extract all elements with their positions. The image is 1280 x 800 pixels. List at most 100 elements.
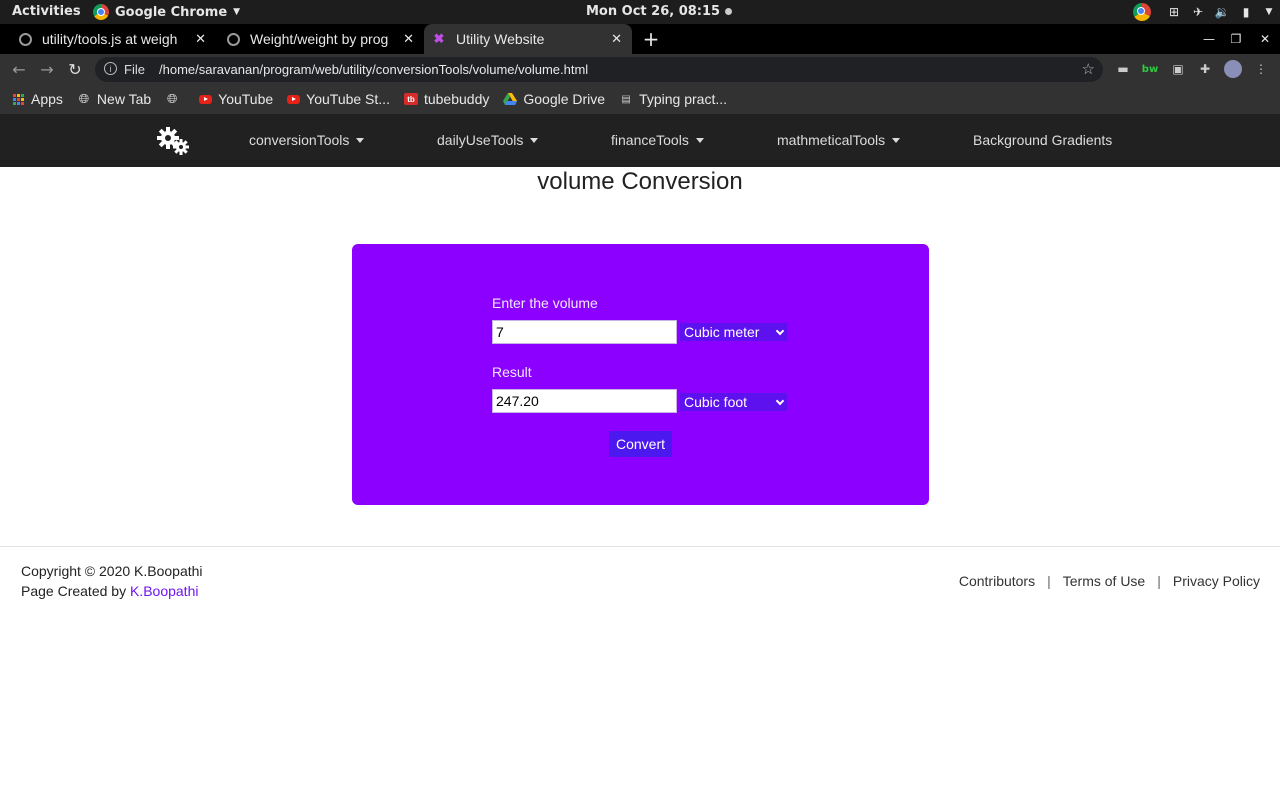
tab-utility-website[interactable]: ✖ Utility Website ✕ — [424, 24, 632, 54]
privacy-policy-link[interactable]: Privacy Policy — [1173, 573, 1260, 589]
tab-tools-js[interactable]: utility/tools.js at weigh ✕ — [18, 24, 216, 54]
chrome-tray-icon[interactable] — [1122, 0, 1162, 24]
bookmark-new-tab[interactable]: 🌐︎ New Tab — [77, 91, 151, 107]
bookmark-typing-practice[interactable]: ▤ Typing pract... — [619, 91, 727, 107]
tubebuddy-icon: tb — [403, 93, 418, 105]
volume-icon[interactable]: 🔉 — [1210, 0, 1234, 24]
google-drive-icon — [503, 93, 518, 105]
apps-grid-icon — [11, 93, 25, 105]
input-unit-value: Cubic meter — [684, 324, 760, 340]
bookmark-label: YouTube — [218, 91, 274, 107]
profile-avatar[interactable] — [1220, 54, 1246, 84]
clock[interactable]: Mon Oct 26, 08:15 — [586, 4, 733, 19]
github-icon — [226, 32, 240, 46]
clock-text: Mon Oct 26, 08:15 — [586, 4, 721, 19]
page-title: volume Conversion — [537, 168, 743, 195]
puzzle-extensions-icon[interactable]: ✚ — [1192, 54, 1218, 84]
globe-icon: 🌐︎ — [166, 91, 178, 106]
result-unit-value: Cubic foot — [684, 394, 748, 410]
nav-daily-use-tools[interactable]: dailyUseTools — [437, 132, 539, 148]
minimize-icon[interactable]: — — [1196, 24, 1222, 54]
notification-dot-icon — [725, 8, 733, 15]
forward-icon[interactable]: → — [34, 54, 60, 84]
bookmarks-bar: Apps 🌐︎ New Tab 🌐︎ YouTube YouTube St...… — [0, 84, 1280, 114]
result-unit-select[interactable]: Cubic foot — [680, 393, 787, 411]
copyright-text: Copyright © 2020 K.Boopathi — [21, 563, 203, 579]
nav-label: conversionTools — [249, 132, 350, 148]
site-navbar: conversionTools dailyUseTools financeToo… — [0, 114, 1280, 167]
footer-divider — [0, 546, 1280, 547]
nav-label: dailyUseTools — [437, 132, 524, 148]
activities-button[interactable]: Activities — [12, 4, 81, 19]
url-text[interactable]: /home/saravanan/program/web/utility/conv… — [159, 62, 588, 77]
nav-conversion-tools[interactable]: conversionTools — [249, 132, 365, 148]
tab-title: utility/tools.js at weigh — [42, 31, 178, 47]
menu-kebab-icon[interactable]: ⋮ — [1248, 54, 1274, 84]
nav-label: mathmeticalTools — [777, 132, 886, 148]
nav-mathmetical-tools[interactable]: mathmeticalTools — [777, 132, 901, 148]
nav-finance-tools[interactable]: financeTools — [611, 132, 704, 148]
chevron-down-icon — [775, 326, 785, 335]
youtube-icon — [199, 94, 213, 104]
bw-extension-icon[interactable]: bw — [1137, 54, 1163, 84]
system-tray: ⊞ ✈ 🔉 ▮ ▼ — [1122, 0, 1280, 24]
bookmark-youtube[interactable]: YouTube — [199, 91, 273, 107]
nav-label: Background Gradients — [973, 132, 1113, 148]
info-icon[interactable]: i — [104, 62, 117, 75]
bookmark-label: Typing pract... — [639, 91, 728, 107]
created-prefix: Page Created by — [21, 583, 130, 599]
tab-title: Utility Website — [456, 31, 545, 47]
caret-down-icon — [892, 137, 901, 143]
close-window-icon[interactable]: ✕ — [1252, 24, 1278, 54]
address-bar[interactable]: i File /home/saravanan/program/web/utili… — [95, 57, 1103, 82]
bookmark-globe[interactable]: 🌐︎ — [165, 91, 185, 106]
restore-icon[interactable]: ❐ — [1223, 24, 1249, 54]
chrome-icon — [93, 4, 109, 20]
reload-icon[interactable]: ↻ — [62, 54, 88, 84]
back-icon[interactable]: ← — [6, 54, 32, 84]
volume-input[interactable] — [492, 320, 677, 344]
camera-extension-icon[interactable]: ▬ — [1110, 54, 1136, 84]
tab-weight[interactable]: Weight/weight by prog ✕ — [226, 24, 424, 54]
os-top-bar: Activities Google Chrome ▼ Mon Oct 26, 0… — [0, 0, 1280, 24]
input-unit-select[interactable]: Cubic meter — [680, 323, 787, 341]
terms-of-use-link[interactable]: Terms of Use — [1063, 573, 1145, 589]
bookmark-label: tubebuddy — [423, 91, 490, 107]
bookmark-star-icon[interactable]: ☆ — [1082, 60, 1095, 78]
url-scheme: File — [124, 62, 145, 77]
globe-icon: 🌐︎ — [78, 91, 90, 106]
caret-down-icon — [530, 137, 539, 143]
contributors-link[interactable]: Contributors — [959, 573, 1035, 589]
extension-icon[interactable]: ▣ — [1165, 54, 1191, 84]
conversion-card — [352, 244, 929, 505]
app-name: Google Chrome — [115, 4, 228, 20]
nav-label: financeTools — [611, 132, 689, 148]
link-separator: | — [1157, 573, 1161, 589]
caret-down-icon — [695, 137, 704, 143]
tab-title: Weight/weight by prog — [250, 31, 389, 47]
network-icon[interactable]: ⊞ — [1162, 0, 1186, 24]
new-tab-button[interactable]: + — [640, 24, 662, 54]
browser-toolbar: ← → ↻ i File /home/saravanan/program/web… — [0, 54, 1280, 84]
convert-button[interactable]: Convert — [609, 431, 672, 457]
gears-icon[interactable] — [157, 124, 191, 156]
bookmark-youtube-studio[interactable]: YouTube St... — [287, 91, 390, 107]
page-icon: ▤ — [621, 93, 631, 105]
close-tab-icon[interactable]: ✕ — [403, 31, 414, 47]
caret-down-icon[interactable]: ▼ — [1258, 0, 1280, 24]
bookmark-google-drive[interactable]: Google Drive — [503, 91, 605, 107]
nav-background-gradients[interactable]: Background Gradients — [973, 132, 1112, 148]
input-label: Enter the volume — [492, 295, 598, 311]
bookmark-tubebuddy[interactable]: tb tubebuddy — [403, 91, 490, 107]
bookmark-apps[interactable]: Apps — [11, 91, 63, 107]
close-tab-icon[interactable]: ✕ — [195, 31, 206, 47]
close-tab-icon[interactable]: ✕ — [611, 31, 622, 47]
battery-icon[interactable]: ▮ — [1234, 0, 1258, 24]
footer-links: Contributors | Terms of Use | Privacy Po… — [959, 573, 1260, 589]
app-menu[interactable]: Google Chrome ▼ — [93, 4, 240, 20]
result-field[interactable] — [492, 389, 677, 413]
caret-down-icon — [356, 137, 365, 143]
bookmark-label: Apps — [31, 91, 63, 107]
author-link[interactable]: K.Boopathi — [130, 583, 199, 599]
airplane-mode-icon[interactable]: ✈ — [1186, 0, 1210, 24]
